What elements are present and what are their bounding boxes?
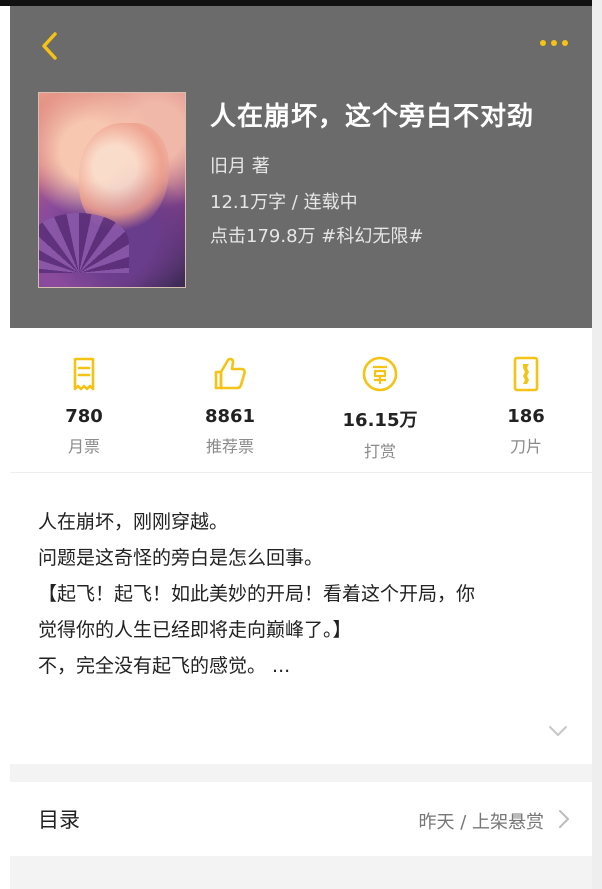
stat-label: 打赏 [363, 442, 396, 461]
stat-label: 推荐票 [205, 437, 254, 456]
stat-label: 刀片 [509, 437, 542, 456]
back-button[interactable] [34, 26, 64, 66]
book-word-count: 12.1万字 / 连载中 [210, 192, 358, 213]
stat-recommend[interactable]: 8861 推荐票 [170, 354, 290, 457]
stat-value: 780 [65, 406, 103, 427]
book-clicks-tags: 点击179.8万 #科幻无限# [210, 226, 424, 247]
description-line: 觉得你的人生已经即将走向巅峰了。】 [38, 619, 352, 641]
chevron-right-icon [559, 810, 569, 828]
thumbs-up-icon [214, 357, 246, 390]
description-line: 问题是这奇怪的旁白是怎么回事。 [38, 547, 324, 569]
more-dots-icon [540, 40, 546, 46]
frame-edge [592, 0, 602, 889]
book-author[interactable]: 旧月 著 [210, 152, 270, 178]
stat-value: 186 [507, 406, 545, 427]
stat-label: 月票 [67, 437, 100, 456]
table-of-contents-row[interactable]: 目录 昨天 / 上架悬赏 [10, 782, 592, 856]
stat-reward[interactable]: 16.15万 打赏 [320, 354, 440, 462]
chevron-left-icon [42, 32, 57, 60]
stat-blade[interactable]: 186 刀片 [466, 354, 586, 457]
toc-title: 目录 [38, 808, 80, 832]
description-line: 不，完全没有起飞的感觉。 ... [38, 655, 291, 677]
reward-coin-icon [362, 356, 398, 392]
more-button[interactable] [532, 28, 576, 58]
book-header: 人在崩坏，这个旁白不对劲 旧月 著 12.1万字 / 连载中 点击179.8万 … [10, 6, 592, 328]
section-divider [10, 764, 592, 782]
stat-value: 16.15万 [342, 410, 418, 431]
chevron-down-icon[interactable] [548, 724, 568, 738]
book-description[interactable]: 人在崩坏，刚刚穿越。 问题是这奇怪的旁白是怎么回事。 【起飞！起飞！如此美妙的开… [10, 474, 592, 764]
book-cover[interactable] [38, 92, 186, 288]
blade-icon [513, 356, 539, 392]
stats-row: 780 月票 8861 推荐票 16.15万 打赏 186 刀片 [10, 328, 592, 473]
description-line: 人在崩坏，刚刚穿越。 [38, 511, 229, 533]
stat-monthly-ticket[interactable]: 780 月票 [24, 354, 144, 457]
description-line: 【起飞！起飞！如此美妙的开局！看着这个开局，你 [38, 583, 476, 605]
monthly-ticket-icon [73, 357, 95, 391]
book-title: 人在崩坏，这个旁白不对劲 [210, 102, 535, 132]
toc-latest-chapter: 昨天 / 上架悬赏 [418, 812, 544, 833]
section-divider [10, 856, 592, 889]
stat-value: 8861 [204, 406, 256, 427]
